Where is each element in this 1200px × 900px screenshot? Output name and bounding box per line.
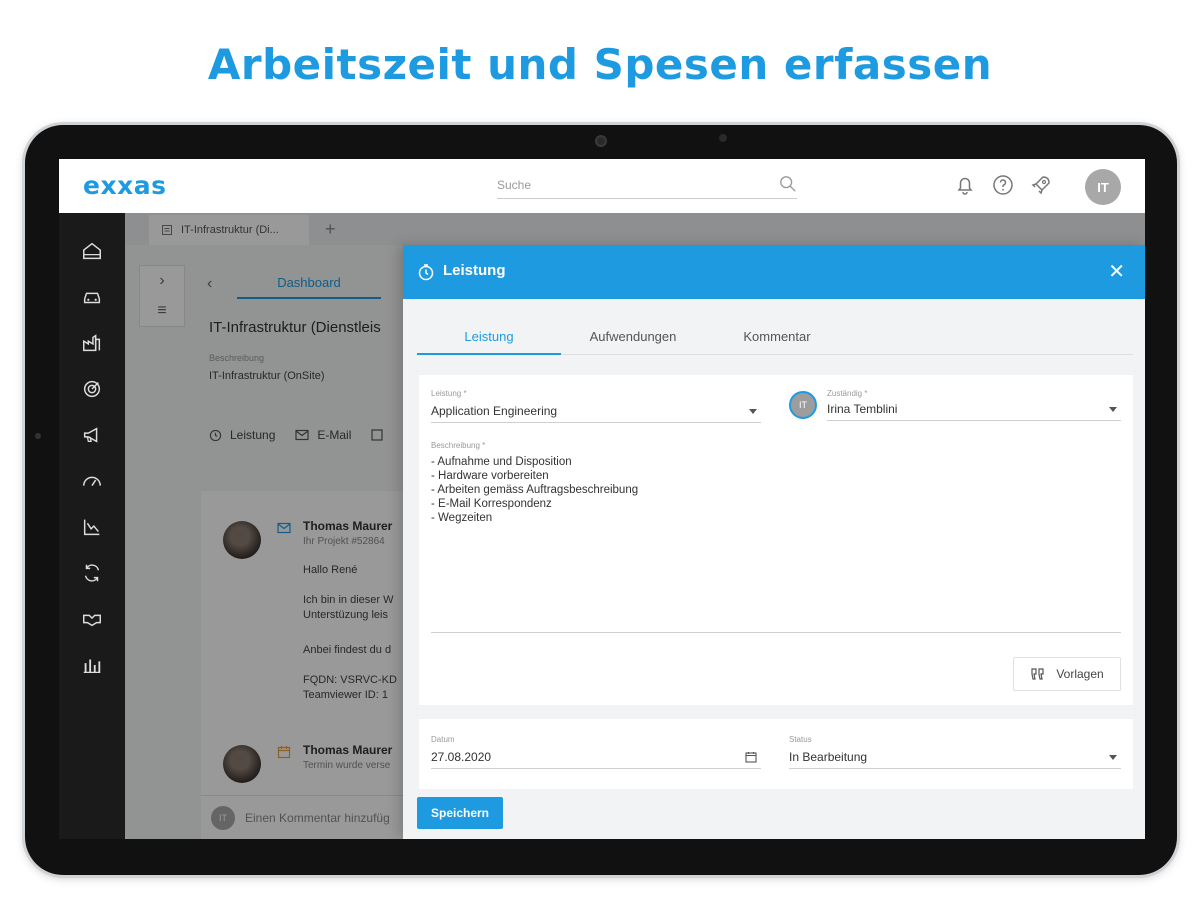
document-icon [162,225,172,235]
leistung-value: Application Engineering [431,404,558,418]
leistung-label: Leistung * [431,389,467,398]
side-button-dot [35,433,41,439]
tab-aufwendungen[interactable]: Aufwendungen [561,323,705,355]
action-email-label: E-Mail [317,428,352,442]
user-avatar[interactable]: IT [1085,169,1121,205]
top-bar: exxas IT [59,159,1145,213]
checkbox-icon [371,429,383,441]
breadcrumb-dashboard[interactable]: Dashboard [237,269,381,299]
stopwatch-icon [418,264,434,281]
zustaendig-value: Irina Temblini [827,402,898,416]
action-leistung[interactable]: Leistung [209,428,275,442]
project-title: IT-Infrastruktur (Dienstleis [209,319,381,336]
dialog-header: Leistung ✕ [403,245,1145,299]
status-label: Status [789,735,812,744]
datum-status-card: Datum 27.08.2020 Status In Bearbeitung [419,719,1133,789]
handshake-icon[interactable] [76,603,108,635]
vorlagen-label: Vorlagen [1056,667,1104,681]
tablet-frame: exxas IT [25,125,1177,875]
feed-author[interactable]: Thomas Maurer [303,519,392,533]
datum-input[interactable]: 27.08.2020 [431,747,761,769]
description-value: IT-Infrastruktur (OnSite) [209,370,325,382]
avatar [223,521,261,559]
home-icon[interactable] [76,235,108,267]
zustaendig-label: Zuständig * [827,389,868,398]
feed-text-line: Ich bin in dieser W [303,594,394,606]
feed-subject: Termin wurde verse [303,760,391,771]
caret-down-icon [1109,755,1117,760]
status-select[interactable]: In Bearbeitung [789,747,1121,769]
feed-subject: Ihr Projekt #52864 [303,536,385,547]
tab-project[interactable]: IT-Infrastruktur (Di... [149,215,309,245]
car-icon[interactable] [76,281,108,313]
marketing-headline: Arbeitszeit und Spesen erfassen [207,40,993,89]
bell-icon[interactable] [953,173,977,197]
leistung-dialog: Leistung ✕ Leistung Aufwendungen Komment… [403,245,1145,839]
feed-text-line: Unterstüzung leis [303,609,388,621]
speedometer-icon[interactable] [76,465,108,497]
tab-kommentar[interactable]: Kommentar [705,323,849,355]
document-tabstrip: IT-Infrastruktur (Di... + [125,213,1145,245]
vorlagen-button[interactable]: Vorlagen [1013,657,1121,691]
datum-label: Datum [431,735,455,744]
project-actions: Leistung E-Mail [209,421,383,449]
status-value: In Bearbeitung [789,750,868,764]
bar-chart-icon[interactable] [76,649,108,681]
sync-icon[interactable] [76,557,108,589]
caret-down-icon [749,409,757,414]
add-tab-button[interactable]: + [325,219,336,240]
avatar: IT [211,806,235,830]
save-button[interactable]: Speichern [417,797,503,829]
datum-value: 27.08.2020 [431,750,492,764]
sensor-dot [719,134,727,142]
mail-icon [277,522,291,534]
feed-text-line: Anbei findest du d [303,644,392,656]
action-more[interactable] [371,429,383,441]
leistung-select[interactable]: Application Engineering [431,401,761,423]
factory-icon[interactable] [76,327,108,359]
megaphone-icon[interactable] [76,419,108,451]
caret-down-icon [1109,407,1117,412]
mail-icon [295,429,309,441]
quote-icon [1031,668,1044,680]
camera-dot [595,135,607,147]
feed-text-line: Hallo René [303,564,358,576]
app-logo[interactable]: exxas [83,171,166,200]
clock-icon [209,429,222,441]
dialog-tabs: Leistung Aufwendungen Kommentar [417,323,1133,355]
chart-trend-icon[interactable] [76,511,108,543]
action-email[interactable]: E-Mail [295,428,351,442]
target-icon[interactable] [76,373,108,405]
panel-toggle-box: › ≡ [139,265,185,327]
help-icon[interactable] [991,173,1015,197]
feed-text-line: Teamviewer ID: 1 [303,689,388,701]
feed-text-line: FQDN: VSRVC-KD [303,674,397,686]
zustaendig-select[interactable]: Irina Temblini [827,399,1121,421]
avatar [223,745,261,783]
feed-author[interactable]: Thomas Maurer [303,743,392,757]
owner-avatar: IT [789,391,817,419]
calendar-icon[interactable] [745,751,757,763]
beschreibung-label: Beschreibung * [431,441,486,450]
leistung-form-card: Leistung * Application Engineering IT Zu… [419,375,1133,705]
search-box [497,173,797,199]
search-input[interactable] [497,173,757,197]
rocket-icon[interactable] [1029,173,1053,197]
dialog-title: Leistung [443,262,506,279]
tab-project-label: IT-Infrastruktur (Di... [181,224,279,236]
chevron-right-icon[interactable]: › [140,266,184,296]
app-screen: exxas IT [59,159,1145,839]
tab-leistung[interactable]: Leistung [417,323,561,355]
sidebar [59,213,125,839]
close-icon[interactable]: ✕ [1108,259,1125,284]
chevron-left-icon[interactable]: ‹ [207,275,212,293]
description-label: Beschreibung [209,353,265,363]
menu-icon[interactable]: ≡ [140,296,184,326]
calendar-icon [277,746,291,759]
search-icon[interactable] [779,175,797,193]
beschreibung-textarea[interactable] [431,455,1121,633]
action-leistung-label: Leistung [230,428,276,442]
